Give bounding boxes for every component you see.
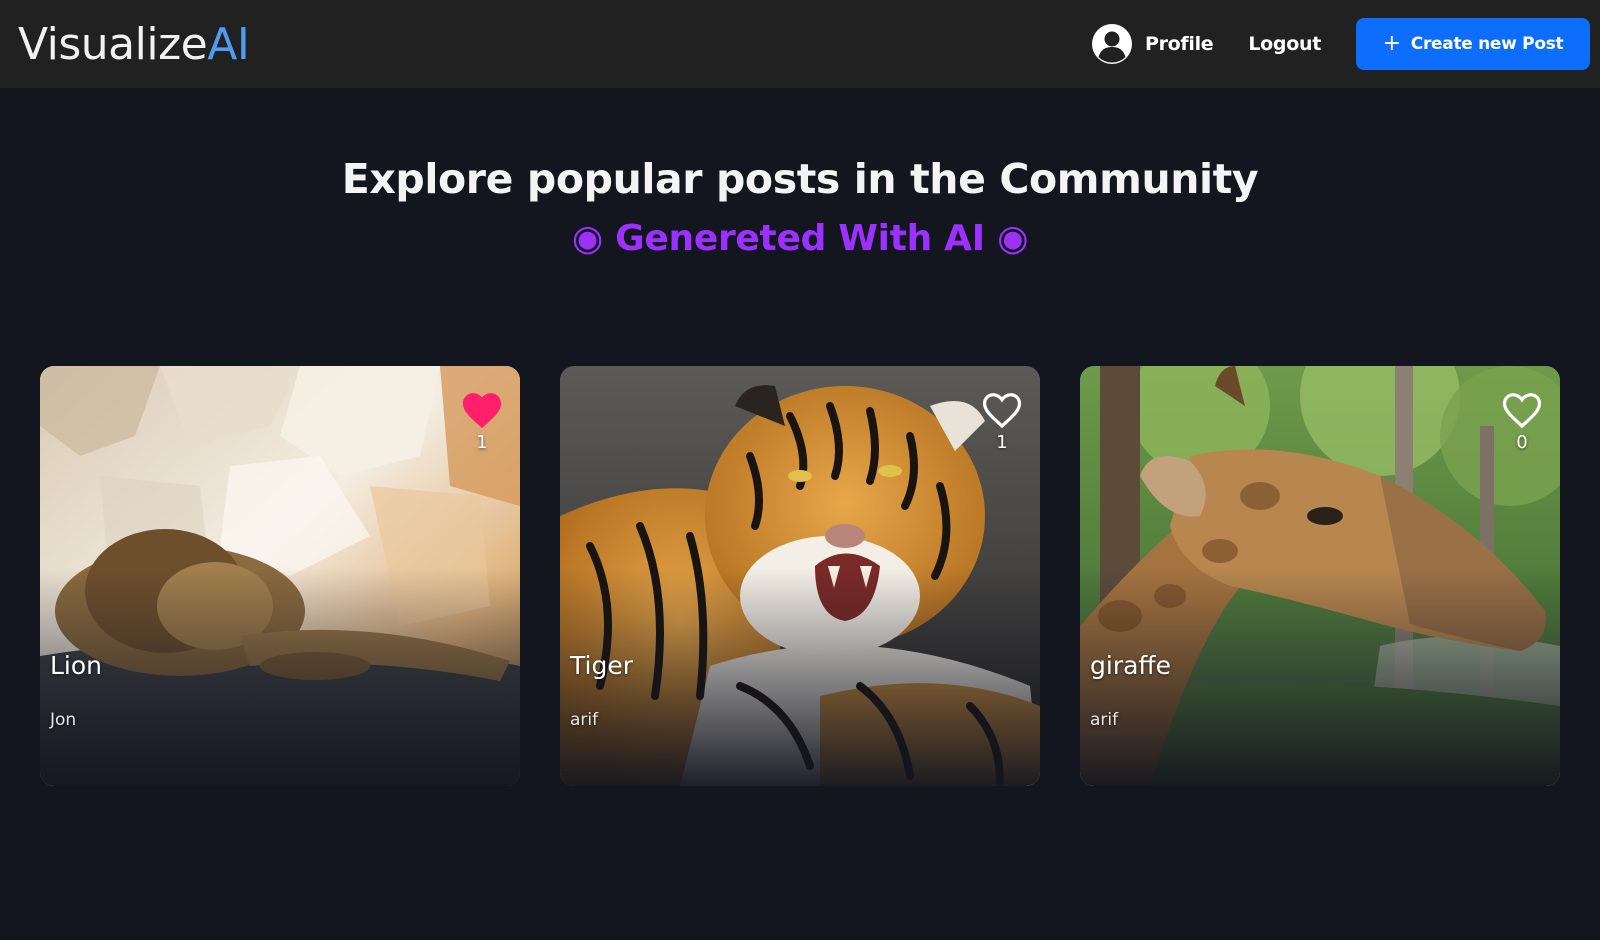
heart-outline-icon [1502, 393, 1542, 429]
like-button[interactable]: 1 [978, 390, 1026, 453]
post-author: Jon [50, 710, 77, 730]
app-logo[interactable]: VisualizeAI [18, 18, 250, 70]
post-title: giraffe [1090, 651, 1172, 680]
profile-link[interactable]: Profile [1091, 23, 1214, 65]
create-post-button[interactable]: + Create new Post [1356, 18, 1590, 70]
nav-actions: Profile Logout + Create new Post [1091, 0, 1590, 88]
logo-accent-text: AI [207, 18, 250, 70]
page-title: Explore popular posts in the Community [341, 155, 1259, 203]
post-card-lion[interactable]: 1 Lion Jon [40, 366, 520, 786]
like-count: 1 [476, 432, 488, 453]
post-card-tiger[interactable]: 1 Tiger arif [560, 366, 1040, 786]
create-post-label: Create new Post [1410, 34, 1564, 54]
page-subtitle: ◉ Genereted With AI ◉ [571, 218, 1029, 259]
user-avatar-icon [1091, 24, 1132, 64]
heart-outline-icon [982, 393, 1022, 429]
like-button[interactable]: 0 [1498, 390, 1546, 453]
profile-label: Profile [1144, 33, 1214, 55]
post-title: Lion [50, 651, 103, 680]
plus-icon: + [1382, 31, 1401, 56]
like-button[interactable]: 1 [458, 390, 506, 453]
card-gradient-overlay [560, 366, 1040, 786]
logout-link[interactable]: Logout [1248, 33, 1321, 55]
like-count: 1 [996, 432, 1008, 453]
post-title: Tiger [570, 651, 633, 680]
post-author: arif [1090, 710, 1119, 730]
top-navbar: VisualizeAI Profile Logout + Create new … [0, 0, 1600, 88]
card-gradient-overlay [1080, 366, 1560, 786]
post-card-giraffe[interactable]: 0 giraffe arif [1080, 366, 1560, 786]
logo-text: Visualize [18, 18, 208, 70]
like-count: 0 [1516, 432, 1528, 453]
post-author: arif [570, 710, 599, 730]
card-gradient-overlay [40, 366, 520, 786]
heart-filled-icon [462, 393, 502, 429]
